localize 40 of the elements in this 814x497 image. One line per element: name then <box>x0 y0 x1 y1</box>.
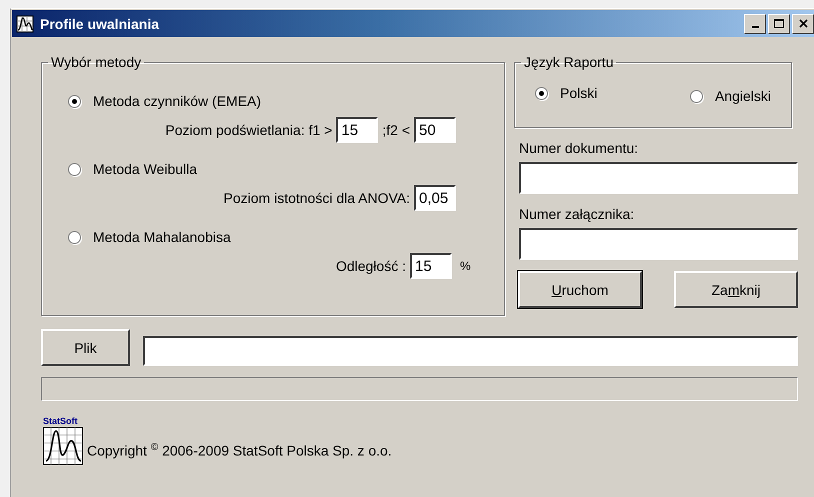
radio-button[interactable] <box>535 86 548 100</box>
field-label: Numer dokumentu: <box>519 140 640 156</box>
input-field[interactable] <box>519 228 798 260</box>
window-title: Profile uwalniania <box>40 16 160 32</box>
radio-label[interactable]: Metoda Weibulla <box>93 161 198 177</box>
close-icon <box>798 19 808 28</box>
close-button[interactable] <box>792 14 814 34</box>
radio-label[interactable]: Metoda Mahalanobisa <box>93 229 231 245</box>
field-label: Poziom podświetlania: f1 > <box>165 122 332 138</box>
file-button[interactable]: Plik <box>41 329 130 366</box>
radio-button[interactable] <box>68 230 81 244</box>
close-dialog-button[interactable]: Zamknij <box>674 271 798 308</box>
chart-logo-icon <box>43 427 83 465</box>
input-field[interactable]: 50 <box>414 117 456 143</box>
unit-label: % <box>460 259 472 273</box>
field-label: Numer załącznika: <box>519 206 636 222</box>
maximize-icon <box>774 19 784 28</box>
maximize-button[interactable] <box>768 14 790 34</box>
radio-button[interactable] <box>68 94 81 108</box>
radio-button[interactable] <box>690 90 703 102</box>
run-button[interactable]: Uruchom <box>518 271 642 308</box>
field-label: Odległość : <box>336 258 406 274</box>
logo-label: StatSoft <box>43 416 78 427</box>
field-label: Poziom istotności dla ANOVA: <box>224 190 410 206</box>
copyright-text: Copyright $^{©}$ 2006-2009 StatSoft Polska Sp. z o.o. <box>87 442 392 459</box>
minimize-button[interactable] <box>744 14 766 34</box>
radio-label[interactable]: Angielski <box>714 88 771 104</box>
group-title: Język Raportu <box>523 54 614 70</box>
radio-label[interactable]: Polski <box>560 85 598 101</box>
input-field[interactable] <box>519 162 798 194</box>
input-field[interactable]: 15 <box>336 117 378 143</box>
radio-button[interactable] <box>68 162 81 176</box>
field-label: ;f2 < <box>382 122 410 138</box>
file-path-field[interactable] <box>143 336 798 366</box>
chart-icon <box>16 14 34 32</box>
radio-label[interactable]: Metoda czynników (EMEA) <box>93 93 262 109</box>
input-field[interactable]: 15 <box>410 253 452 279</box>
group-title: Wybór metody <box>50 54 142 70</box>
minimize-icon <box>752 26 758 28</box>
input-field[interactable]: 0,05 <box>414 185 456 211</box>
